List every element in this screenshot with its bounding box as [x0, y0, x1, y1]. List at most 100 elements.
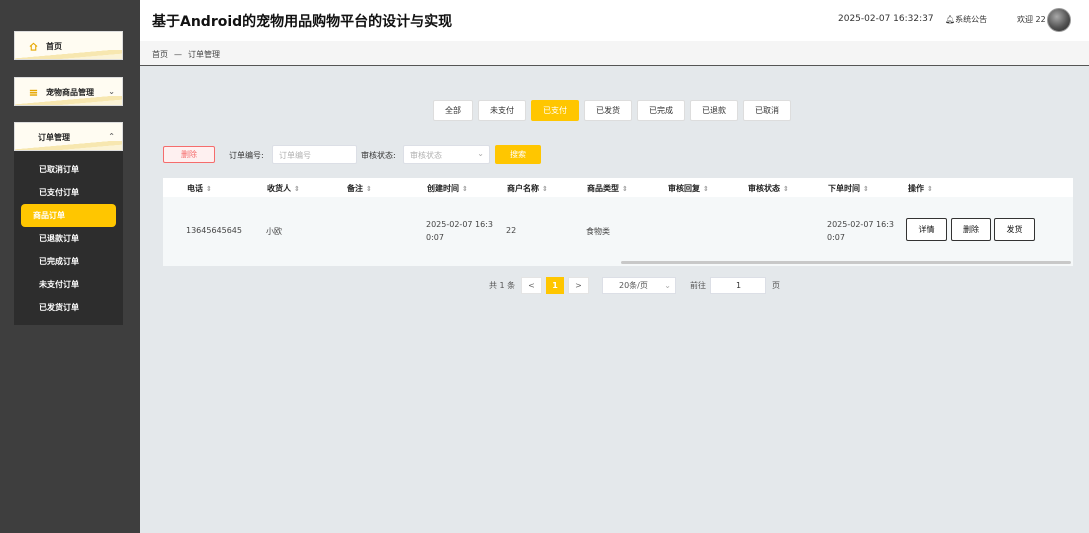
sidebar-item-unpaid-orders[interactable]: 未支付订单: [20, 273, 117, 296]
goto-page-input[interactable]: 1: [710, 277, 766, 294]
col-phone[interactable]: 电话 ⇕: [187, 183, 212, 194]
welcome-text: 欢迎 22: [1017, 15, 1046, 24]
app-title: 基于Android的宠物用品购物平台的设计与实现: [152, 14, 453, 30]
sidebar-item-paid-orders[interactable]: 已支付订单: [20, 181, 117, 204]
delete-button[interactable]: 删除: [951, 218, 991, 241]
sort-icon: ⇕: [206, 185, 212, 193]
cell-receiver: 小欧: [266, 227, 282, 236]
home-icon: [29, 42, 38, 51]
menu-pet-goods[interactable]: 宠物商品管理 ⌄: [14, 77, 123, 106]
col-phone-label: 电话: [187, 184, 203, 193]
sidebar-item-shipped-orders[interactable]: 已发货订单: [20, 296, 117, 319]
avatar[interactable]: [1047, 8, 1071, 32]
breadcrumb-current: 订单管理: [188, 50, 220, 59]
next-page-button[interactable]: >: [568, 277, 589, 294]
col-type-label: 商品类型: [587, 184, 619, 193]
status-select-placeholder: 审核状态: [410, 151, 442, 160]
sort-icon: ⇕: [863, 185, 869, 193]
sort-icon: ⇕: [542, 185, 548, 193]
page-size-select[interactable]: 20条/页 ⌄: [602, 277, 676, 294]
col-actions[interactable]: 操作 ⇕: [908, 183, 933, 194]
notice-link[interactable]: 🔔︎系统公告: [945, 14, 987, 25]
cell-created: 2025-02-07 16:30:07: [426, 220, 493, 242]
orders-submenu: 已取消订单 已支付订单 商品订单 已退款订单 已完成订单 未支付订单 已发货订单: [14, 151, 123, 325]
search-button[interactable]: 搜索: [495, 145, 541, 164]
cell-phone: 13645645645: [186, 226, 242, 235]
col-ordered-label: 下单时间: [828, 184, 860, 193]
col-actions-label: 操作: [908, 184, 924, 193]
col-type[interactable]: 商品类型 ⇕: [587, 183, 628, 194]
sort-icon: ⇕: [783, 185, 789, 193]
filter-bar: 删除 订单编号: 订单编号 审核状态: 审核状态 ⌄ 搜索: [163, 145, 563, 164]
order-no-label: 订单编号:: [229, 151, 264, 160]
chevron-down-icon: ⌄: [108, 87, 115, 96]
orders-table: 电话 ⇕ 收货人 ⇕ 备注 ⇕ 创建时间 ⇕ 商户名称 ⇕ 商品类型 ⇕ 审核回复 ⇕ 审核状…: [163, 178, 1073, 266]
batch-delete-button[interactable]: 删除: [163, 146, 215, 163]
order-no-input[interactable]: 订单编号: [272, 145, 357, 164]
page-size-value: 20条/页: [619, 281, 648, 290]
col-status-label: 审核状态: [748, 184, 780, 193]
tab-unpaid[interactable]: 未支付: [478, 100, 526, 121]
detail-button[interactable]: 详情: [906, 218, 947, 241]
col-status[interactable]: 审核状态 ⇕: [748, 183, 789, 194]
status-select[interactable]: 审核状态 ⌄: [403, 145, 490, 164]
sort-icon: ⇕: [462, 185, 468, 193]
status-label: 审核状态:: [361, 151, 396, 160]
col-receiver-label: 收货人: [267, 184, 291, 193]
sort-icon: ⇕: [366, 185, 372, 193]
status-tabs: 全部 未支付 已支付 已发货 已完成 已退款 已取消: [433, 100, 791, 121]
tab-completed[interactable]: 已完成: [637, 100, 685, 121]
sidebar-item-completed-orders[interactable]: 已完成订单: [20, 250, 117, 273]
tab-cancelled[interactable]: 已取消: [743, 100, 791, 121]
chevron-down-icon: ⌄: [664, 281, 671, 290]
ship-button[interactable]: 发货: [994, 218, 1035, 241]
notice-label: 系统公告: [955, 15, 988, 24]
col-receiver[interactable]: 收货人 ⇕: [267, 183, 300, 194]
breadcrumb-separator: —: [174, 50, 182, 59]
cell-ordered: 2025-02-07 16:30:07: [827, 220, 894, 242]
menu-orders[interactable]: 订单管理 ⌃: [14, 122, 123, 151]
col-merchant[interactable]: 商户名称 ⇕: [507, 183, 548, 194]
menu-orders-label: 订单管理: [38, 132, 70, 142]
order-icon: [29, 133, 38, 142]
sort-icon: ⇕: [622, 185, 628, 193]
tab-paid[interactable]: 已支付: [531, 100, 579, 121]
tab-all[interactable]: 全部: [433, 100, 473, 121]
sidebar-item-cancelled-orders[interactable]: 已取消订单: [20, 158, 117, 181]
breadcrumb-home[interactable]: 首页: [152, 50, 168, 59]
datetime-display: 2025-02-07 16:32:37: [838, 14, 934, 24]
chevron-up-icon: ⌃: [108, 132, 115, 141]
col-created-label: 创建时间: [427, 184, 459, 193]
col-reply[interactable]: 审核回复 ⇕: [668, 183, 709, 194]
page-1-button[interactable]: 1: [546, 277, 564, 294]
col-note[interactable]: 备注 ⇕: [347, 183, 372, 194]
prev-page-button[interactable]: <: [521, 277, 542, 294]
sidebar-item-refunded-orders[interactable]: 已退款订单: [20, 227, 117, 250]
menu-home[interactable]: 首页: [14, 31, 123, 60]
col-created[interactable]: 创建时间 ⇕: [427, 183, 468, 194]
tab-refunded[interactable]: 已退款: [690, 100, 738, 121]
sidebar-item-goods-orders[interactable]: 商品订单: [21, 204, 116, 227]
top-header: 基于Android的宠物用品购物平台的设计与实现 2025-02-07 16:3…: [140, 0, 1089, 41]
breadcrumb: 首页 — 订单管理: [140, 41, 1089, 66]
cell-type: 食物类: [586, 227, 610, 236]
col-note-label: 备注: [347, 184, 363, 193]
page-unit-label: 页: [772, 281, 780, 290]
bell-icon: 🔔︎: [945, 15, 956, 24]
horizontal-scrollbar[interactable]: [621, 261, 1071, 264]
col-reply-label: 审核回复: [668, 184, 700, 193]
total-count: 共 1 条: [489, 281, 516, 290]
sidebar: 首页 宠物商品管理 ⌄ 订单管理 ⌃ 已取消订单 已支付订单 商品订单 已退款订…: [0, 0, 140, 533]
chevron-down-icon: ⌄: [477, 149, 484, 158]
menu-pet-goods-label: 宠物商品管理: [46, 87, 94, 97]
sort-icon: ⇕: [927, 185, 933, 193]
menu-home-label: 首页: [46, 41, 62, 51]
goto-label: 前往: [690, 281, 706, 290]
sort-icon: ⇕: [294, 185, 300, 193]
tab-shipped[interactable]: 已发货: [584, 100, 632, 121]
table-header: 电话 ⇕ 收货人 ⇕ 备注 ⇕ 创建时间 ⇕ 商户名称 ⇕ 商品类型 ⇕ 审核回复 ⇕ 审核状…: [163, 178, 1073, 197]
list-icon: [29, 88, 38, 97]
sort-icon: ⇕: [703, 185, 709, 193]
cell-merchant: 22: [506, 226, 517, 235]
col-ordered[interactable]: 下单时间 ⇕: [828, 183, 869, 194]
